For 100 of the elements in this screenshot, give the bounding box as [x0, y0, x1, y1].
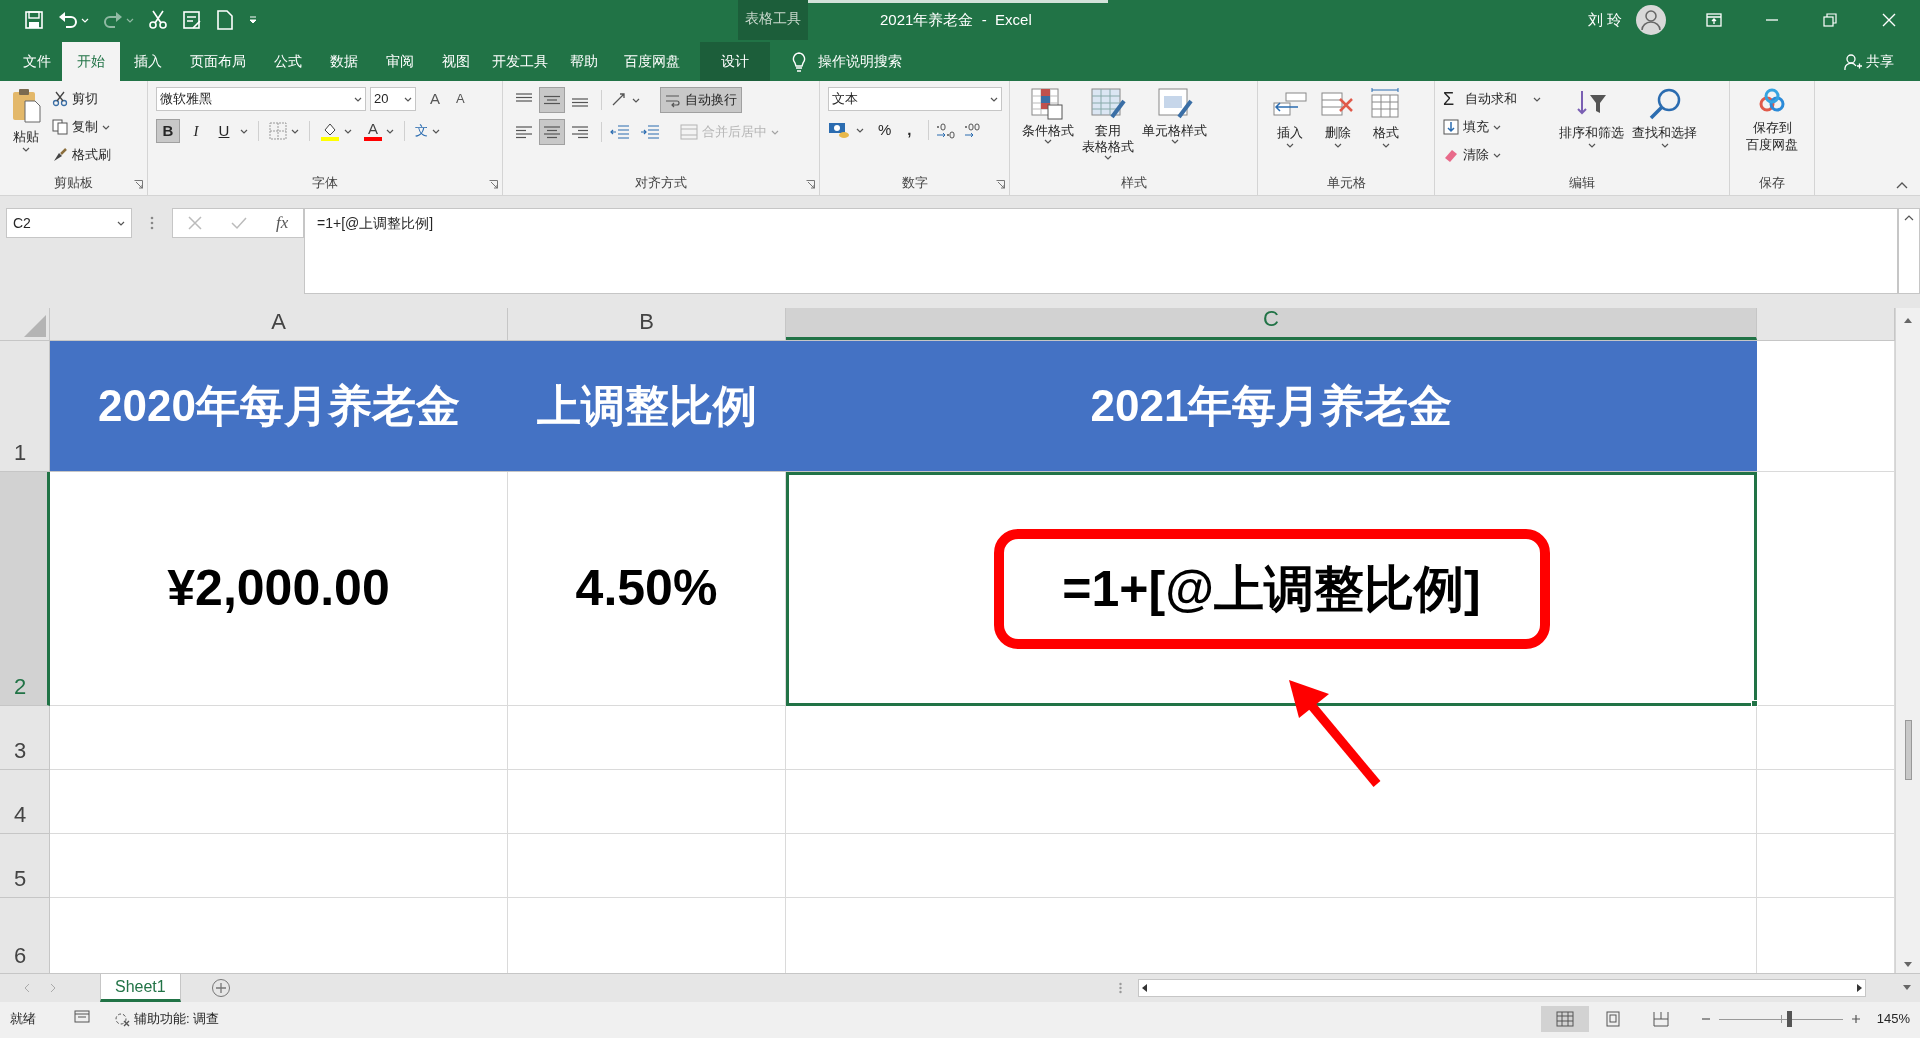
merge-cells-icon[interactable] — [680, 124, 698, 140]
accessibility-icon[interactable] — [114, 1010, 130, 1027]
caret-icon[interactable] — [386, 128, 394, 134]
row-header[interactable]: 2 — [0, 472, 50, 706]
caret-icon[interactable] — [1493, 152, 1501, 158]
caret-icon[interactable] — [291, 128, 299, 134]
caret-icon[interactable] — [1334, 142, 1342, 148]
caret-icon[interactable] — [22, 146, 30, 152]
ribbon-tab[interactable]: 开始 — [62, 42, 120, 81]
user-name[interactable]: 刘 玲 — [1587, 8, 1622, 32]
caret-icon[interactable] — [990, 96, 998, 102]
fill-down-icon[interactable] — [1443, 119, 1459, 135]
row-header[interactable]: 4 — [0, 770, 50, 834]
dialog-launcher-icon[interactable] — [489, 180, 498, 189]
caret-icon[interactable] — [240, 128, 248, 134]
cells-button[interactable]: 插入 — [1277, 123, 1303, 143]
copy-button[interactable]: 复制 — [72, 117, 98, 137]
align-left-icon[interactable] — [515, 125, 533, 139]
row-header[interactable]: 5 — [0, 834, 50, 898]
redo-icon[interactable] — [103, 10, 123, 30]
scissors-icon[interactable] — [148, 10, 168, 30]
scroll-up-icon[interactable] — [1903, 316, 1913, 324]
new-document-icon[interactable] — [216, 10, 234, 30]
font-style-button[interactable]: B — [156, 119, 180, 143]
caret-icon[interactable] — [102, 124, 110, 130]
caret-icon[interactable] — [1587, 142, 1596, 148]
scroll-down-icon[interactable] — [1903, 961, 1913, 969]
clipboard-icon[interactable] — [11, 87, 41, 123]
number-format-field[interactable]: 文本 — [828, 87, 1002, 111]
clear-button[interactable]: 清除 — [1463, 145, 1489, 165]
dialog-launcher-icon[interactable] — [996, 180, 1005, 189]
grow-font-button[interactable]: A — [430, 87, 440, 111]
font-style-button[interactable]: I — [184, 119, 208, 143]
lightbulb-icon[interactable] — [792, 51, 806, 72]
cut-button[interactable]: 剪切 — [72, 89, 98, 109]
ribbon-tab[interactable]: 开发工具 — [484, 42, 556, 81]
vertical-scrollbar-thumb[interactable] — [1904, 720, 1912, 780]
phonetic-guide-button[interactable]: 文 — [415, 121, 428, 141]
dialog-launcher-icon[interactable] — [806, 180, 815, 189]
ribbon-tab[interactable]: 设计 — [700, 42, 770, 81]
caret-icon[interactable] — [117, 220, 125, 226]
column-header[interactable]: A — [50, 308, 508, 340]
caret-icon[interactable] — [1533, 96, 1541, 102]
alignment-button[interactable] — [539, 119, 565, 145]
alignment-button[interactable] — [539, 87, 565, 113]
sort-filter-button[interactable]: 排序和筛选 — [1559, 123, 1624, 143]
caret-icon[interactable] — [432, 128, 440, 134]
format-as-table-icon[interactable] — [1090, 87, 1126, 121]
scissors-icon[interactable] — [52, 91, 68, 107]
fill-color-icon[interactable] — [320, 121, 340, 141]
paintbrush-icon[interactable] — [52, 147, 68, 163]
caret-icon[interactable] — [1044, 139, 1052, 144]
print-preview-icon[interactable] — [182, 10, 202, 30]
share-person-icon[interactable] — [1844, 52, 1862, 71]
tell-me-search[interactable]: 操作说明搜索 — [818, 51, 902, 72]
share-button[interactable]: 共享 — [1866, 51, 1894, 72]
caret-icon[interactable] — [404, 96, 412, 102]
shrink-font-button[interactable]: A — [456, 89, 465, 109]
style-button[interactable]: 条件格式 — [1022, 123, 1074, 139]
caret-icon[interactable] — [1660, 142, 1669, 148]
name-box[interactable]: C2 — [6, 208, 132, 238]
font-style-button[interactable]: U — [212, 119, 236, 143]
close-icon[interactable] — [1882, 13, 1896, 27]
save-icon[interactable] — [24, 10, 44, 30]
wrap-text-button[interactable]: 自动换行 — [660, 87, 742, 113]
caret-icon[interactable] — [1493, 124, 1501, 130]
zoom-in-icon[interactable] — [1850, 1014, 1861, 1024]
copy-icon[interactable] — [52, 119, 68, 135]
cells-button[interactable]: 删除 — [1325, 123, 1351, 143]
cell-styles-icon[interactable] — [1156, 87, 1193, 121]
undo-icon[interactable] — [58, 10, 78, 30]
cells-button[interactable]: 格式 — [1373, 123, 1399, 143]
conditional-format-icon[interactable] — [1030, 87, 1066, 121]
ribbon-tab[interactable]: 视图 — [428, 42, 484, 81]
ribbon-tab[interactable]: 帮助 — [556, 42, 612, 81]
enter-check-icon[interactable] — [230, 216, 247, 230]
style-button[interactable]: 单元格样式 — [1142, 123, 1207, 139]
autosum-button[interactable]: 自动求和 — [1465, 89, 1517, 109]
fill-button[interactable]: 填充 — [1463, 117, 1489, 137]
percent-button[interactable]: % — [878, 119, 892, 142]
collapse-ribbon-icon[interactable] — [1896, 181, 1908, 189]
ribbon-tab[interactable]: 页面布局 — [176, 42, 260, 81]
caret-icon[interactable] — [1104, 155, 1112, 160]
currency-icon[interactable] — [828, 121, 850, 140]
font-size-field[interactable]: 20 — [370, 87, 416, 111]
dialog-launcher-icon[interactable] — [134, 180, 143, 189]
ribbon-tab[interactable]: 公式 — [260, 42, 316, 81]
ribbon-tab[interactable]: 数据 — [316, 42, 372, 81]
accessibility-status[interactable]: 辅助功能: 调查 — [134, 1009, 220, 1029]
row-header[interactable]: 6 — [0, 898, 50, 973]
insert-function-button[interactable]: fx — [276, 210, 289, 236]
zoom-slider-thumb[interactable] — [1787, 1011, 1793, 1027]
customize-toolbar-icon[interactable] — [248, 15, 258, 25]
font-name-field[interactable]: 微软雅黑 — [156, 87, 366, 111]
caret-icon[interactable] — [1382, 142, 1390, 148]
view-button[interactable] — [1540, 1006, 1589, 1032]
scroll-left-icon[interactable] — [1142, 984, 1148, 992]
ribbon-tab[interactable]: 插入 — [120, 42, 176, 81]
row-header[interactable]: 1 — [0, 341, 50, 472]
restore-icon[interactable] — [1823, 13, 1837, 27]
